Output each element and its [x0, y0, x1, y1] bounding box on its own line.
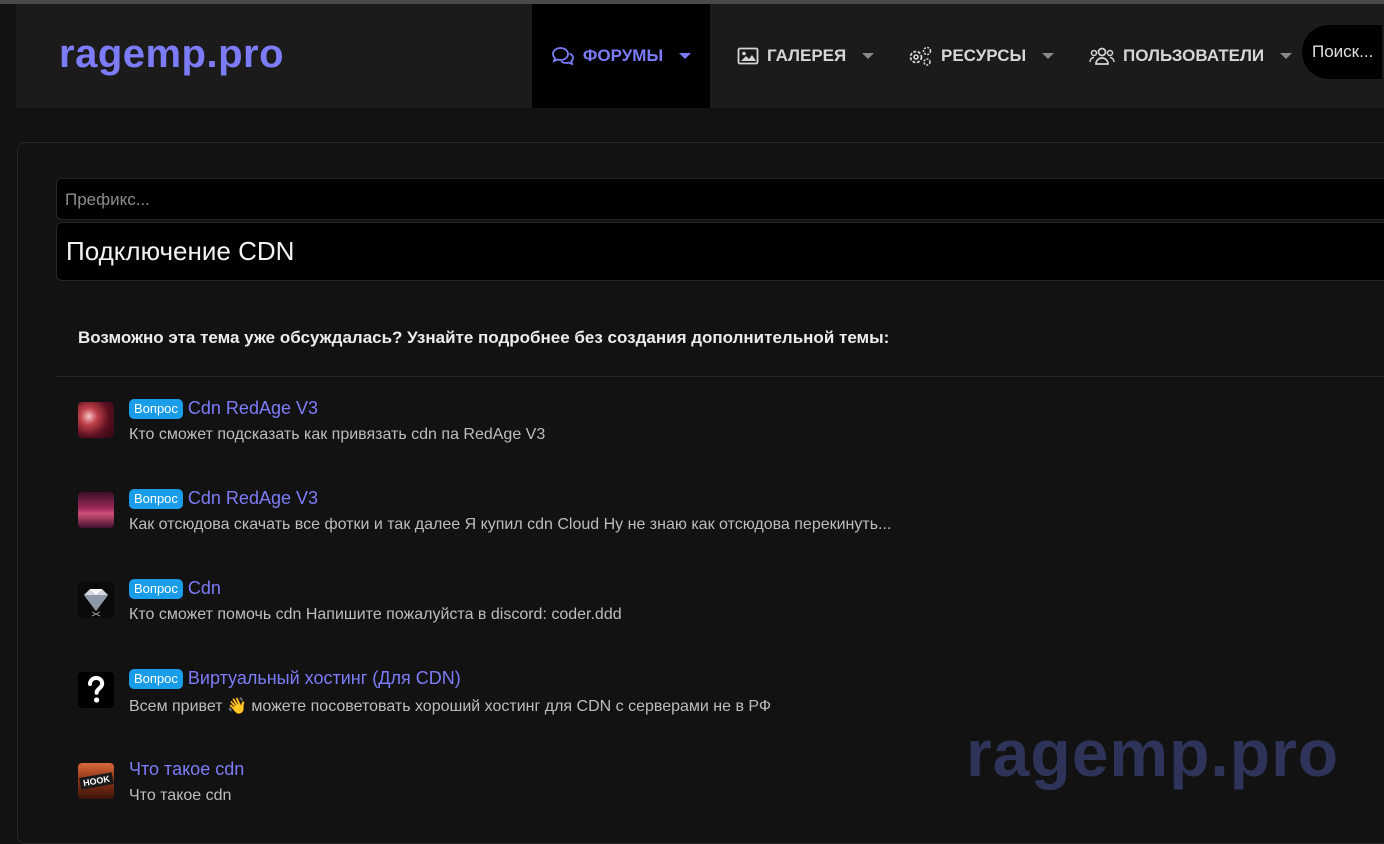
- divider: [56, 376, 1384, 377]
- nav-resources-label: РЕСУРСЫ: [941, 46, 1027, 65]
- avatar[interactable]: HOOK: [78, 763, 114, 799]
- thread-snippet: Как отсюдова скачать все фотки и так дал…: [129, 516, 892, 533]
- site-logo[interactable]: ragemp.pro: [59, 32, 284, 77]
- nav-resources[interactable]: РЕСУРСЫ: [907, 4, 1055, 108]
- cogs-icon: [909, 46, 932, 66]
- watermark: ragemp.pro: [966, 716, 1340, 790]
- nav-gallery[interactable]: ГАЛЕРЕЯ: [737, 4, 875, 108]
- nav-members-label: ПОЛЬЗОВАТЕЛИ: [1123, 46, 1265, 65]
- nav-gallery-label: ГАЛЕРЕЯ: [767, 46, 847, 65]
- thread-link[interactable]: Cdn: [188, 578, 221, 599]
- users-icon: [1089, 47, 1115, 65]
- thread-snippet: Всем привет 👋 можете посоветовать хороши…: [129, 698, 772, 715]
- chevron-down-icon: [862, 53, 875, 59]
- thread-title-input[interactable]: Подключение CDN: [56, 222, 1384, 281]
- thread-link[interactable]: Cdn RedAge V3: [188, 488, 318, 509]
- comments-icon: [551, 47, 574, 66]
- chevron-down-icon: [1042, 53, 1055, 59]
- prefix-badge: Вопрос: [129, 488, 183, 509]
- avatar-logo-text: HOOK: [78, 772, 114, 790]
- similar-threads-heading: Возможно эта тема уже обсуждалась? Узнай…: [78, 328, 890, 347]
- question-mark-icon: [88, 675, 105, 703]
- prefix-select[interactable]: Префикс...: [56, 178, 1384, 220]
- avatar[interactable]: [78, 492, 114, 528]
- list-item: Вопрос Cdn RedAge V3 Кто сможет подсказа…: [78, 398, 1378, 458]
- thread-link[interactable]: Что такое cdn: [129, 759, 244, 780]
- diamond-icon: [84, 589, 108, 617]
- site-header: ragemp.pro ФОРУМЫ ГАЛЕРЕЯ РЕСУРСЫ ПОЛЬЗО…: [16, 4, 1384, 108]
- nav-forums[interactable]: ФОРУМЫ: [532, 4, 710, 108]
- avatar[interactable]: [78, 402, 114, 438]
- prefix-badge: Вопрос: [129, 398, 183, 419]
- avatar[interactable]: [78, 582, 114, 618]
- avatar[interactable]: [78, 672, 114, 708]
- image-icon: [737, 47, 759, 65]
- nav-members[interactable]: ПОЛЬЗОВАТЕЛИ: [1089, 4, 1293, 108]
- thread-snippet: Кто сможет помочь cdn Напишите пожалуйст…: [129, 606, 622, 623]
- chevron-down-icon: [1280, 53, 1293, 59]
- thread-snippet: Что такое cdn: [129, 787, 232, 804]
- thread-link[interactable]: Виртуальный хостинг (Для CDN): [188, 668, 461, 689]
- thread-link[interactable]: Cdn RedAge V3: [188, 398, 318, 419]
- nav-forums-label: ФОРУМЫ: [582, 46, 664, 65]
- search-input[interactable]: Поиск...: [1302, 25, 1382, 79]
- list-item: Вопрос Cdn Кто сможет помочь cdn Напишит…: [78, 578, 1378, 638]
- prefix-badge: Вопрос: [129, 668, 183, 689]
- chevron-down-icon: [679, 53, 692, 59]
- list-item: Вопрос Cdn RedAge V3 Как отсюдова скачат…: [78, 488, 1378, 548]
- thread-snippet: Кто сможет подсказать как привязать cdn …: [129, 426, 546, 443]
- prefix-badge: Вопрос: [129, 578, 183, 599]
